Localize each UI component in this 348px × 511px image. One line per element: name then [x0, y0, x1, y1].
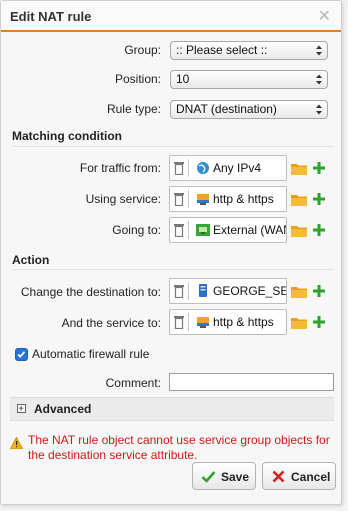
globe-icon [197, 162, 209, 174]
automatic-firewall-rule-checkbox[interactable] [15, 348, 28, 361]
plus-icon[interactable] [313, 193, 325, 205]
folder-icon[interactable] [291, 162, 307, 175]
edit-nat-rule-dialog: Edit NAT rule ✕ Group: :: Please select … [0, 0, 342, 505]
comment-input[interactable] [169, 373, 334, 391]
network-icon [196, 224, 210, 236]
plus-icon[interactable] [313, 285, 325, 297]
plus-icon[interactable] [313, 224, 325, 236]
check-icon [201, 471, 216, 483]
folder-icon[interactable] [291, 285, 307, 298]
going-to-value: External (WAN [213, 223, 287, 237]
field-divider [188, 282, 189, 300]
select-arrows-icon [316, 74, 322, 85]
rule-type-select[interactable]: DNAT (destination) [170, 100, 328, 119]
service-to-value: http & https [213, 315, 274, 329]
save-button-label: Save [221, 470, 250, 484]
using-service-label: Using service: [85, 192, 161, 206]
divider [12, 146, 334, 147]
field-divider [188, 221, 189, 239]
folder-icon[interactable] [291, 193, 307, 206]
change-destination-value: GEORGE_SE [213, 284, 287, 298]
trash-icon[interactable] [173, 192, 185, 206]
group-select-value: :: Please select :: [176, 43, 268, 57]
using-service-field[interactable]: http & https [169, 186, 287, 212]
cancel-button[interactable]: Cancel [262, 462, 336, 490]
warning-message: The NAT rule object cannot use service g… [28, 433, 330, 462]
checkmark-icon [17, 351, 26, 358]
service-icon [197, 194, 209, 205]
comment-label: Comment: [105, 376, 161, 390]
folder-icon[interactable] [291, 224, 307, 237]
warning-icon [10, 437, 23, 449]
field-divider [188, 313, 189, 331]
field-divider [188, 190, 189, 208]
group-label: Group: [124, 43, 161, 57]
close-icon[interactable]: ✕ [318, 6, 331, 26]
select-arrows-icon [316, 104, 322, 115]
group-select[interactable]: :: Please select :: [170, 41, 328, 60]
trash-icon[interactable] [173, 284, 185, 298]
change-destination-label: Change the destination to: [20, 285, 161, 299]
matching-condition-heading: Matching condition [12, 129, 122, 143]
going-to-field[interactable]: External (WAN [169, 217, 287, 243]
traffic-from-value: Any IPv4 [213, 161, 262, 175]
service-to-field[interactable]: http & https [169, 309, 287, 335]
trash-icon[interactable] [173, 315, 185, 329]
title-bar: Edit NAT rule ✕ [1, 1, 341, 32]
action-heading: Action [12, 253, 50, 267]
cross-icon [272, 470, 285, 483]
plus-icon[interactable] [313, 316, 325, 328]
cancel-button-label: Cancel [291, 470, 331, 484]
divider [12, 269, 334, 270]
traffic-from-field[interactable]: Any IPv4 [169, 155, 287, 181]
advanced-section-header[interactable]: Advanced [10, 397, 334, 421]
change-destination-field[interactable]: GEORGE_SE [169, 278, 287, 304]
service-icon [197, 317, 209, 328]
position-select[interactable]: 10 [170, 70, 328, 89]
traffic-from-label: For traffic from: [79, 161, 161, 175]
host-icon [199, 284, 207, 297]
advanced-label: Advanced [34, 402, 92, 416]
service-to-label: And the service to: [61, 316, 161, 330]
field-divider [188, 159, 189, 177]
automatic-firewall-rule-label[interactable]: Automatic firewall rule [32, 347, 149, 361]
save-button[interactable]: Save [192, 462, 256, 490]
expand-icon[interactable] [17, 404, 26, 413]
dialog-title: Edit NAT rule [10, 9, 92, 24]
going-to-label: Going to: [112, 223, 161, 237]
rule-type-select-value: DNAT (destination) [176, 102, 277, 116]
trash-icon[interactable] [173, 223, 185, 237]
position-label: Position: [114, 72, 161, 86]
using-service-value: http & https [213, 192, 274, 206]
plus-icon[interactable] [313, 162, 325, 174]
position-select-value: 10 [176, 72, 190, 86]
select-arrows-icon [316, 45, 322, 56]
folder-icon[interactable] [291, 316, 307, 329]
trash-icon[interactable] [173, 161, 185, 175]
rule-type-label: Rule type: [106, 102, 161, 116]
